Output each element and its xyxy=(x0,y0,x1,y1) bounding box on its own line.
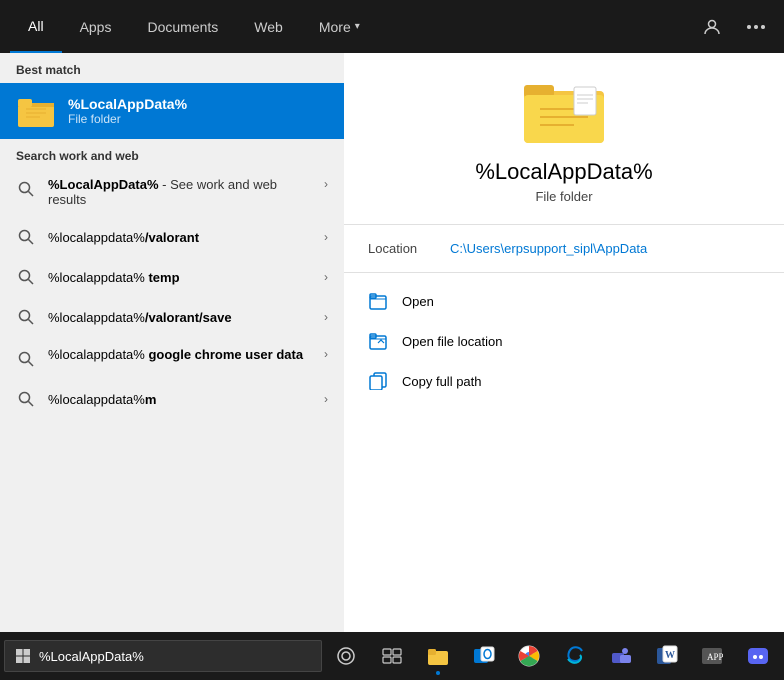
tab-more[interactable]: More ▾ xyxy=(301,0,378,53)
list-item[interactable]: %localappdata%/valorant › xyxy=(0,217,344,257)
taskbar-search[interactable] xyxy=(4,640,322,672)
search-item-text: %localappdata%/valorant/save xyxy=(48,310,312,325)
word-button[interactable]: W xyxy=(645,634,689,678)
tab-documents[interactable]: Documents xyxy=(129,0,236,53)
main-content: Best match %LocalAppData% File folder Se… xyxy=(0,53,784,632)
chrome-button[interactable] xyxy=(507,634,551,678)
search-section-label: Search work and web xyxy=(0,139,344,167)
outlook-button[interactable] xyxy=(462,634,506,678)
chevron-right-icon: › xyxy=(324,392,328,406)
location-path[interactable]: C:\Users\erpsupport_sipl\AppData xyxy=(450,241,647,256)
list-item[interactable]: %localappdata% google chrome user data › xyxy=(0,337,344,379)
divider2 xyxy=(344,272,784,273)
open-action[interactable]: Open xyxy=(344,281,784,321)
result-subtitle: File folder xyxy=(535,189,592,204)
taskbar-windows-icon xyxy=(15,648,31,664)
copy-path-label: Copy full path xyxy=(402,374,482,389)
more-options-button[interactable] xyxy=(738,9,774,45)
open-label: Open xyxy=(402,294,434,309)
best-match-label: Best match xyxy=(0,53,344,83)
search-item-text: %localappdata%/valorant xyxy=(48,230,312,245)
chevron-right-icon: › xyxy=(324,230,328,244)
chevron-down-icon: ▾ xyxy=(355,21,360,32)
best-match-text: %LocalAppData% File folder xyxy=(68,96,187,126)
svg-text:APP: APP xyxy=(707,652,723,662)
nav-icons xyxy=(694,9,774,45)
search-icon xyxy=(16,349,36,369)
teams-button[interactable] xyxy=(599,634,643,678)
list-item[interactable]: %localappdata% temp › xyxy=(0,257,344,297)
search-icon xyxy=(16,179,36,199)
list-item[interactable]: %localappdata%m › xyxy=(0,379,344,419)
search-icon xyxy=(16,389,36,409)
svg-text:W: W xyxy=(665,650,675,661)
list-item[interactable]: %localappdata%/valorant/save › xyxy=(0,297,344,337)
copy-path-action[interactable]: Copy full path xyxy=(344,361,784,401)
search-item-text: %LocalAppData% - See work and web result… xyxy=(48,177,312,207)
task-view-button[interactable] xyxy=(370,634,414,678)
discord-button[interactable] xyxy=(736,634,780,678)
result-title: %LocalAppData% xyxy=(475,159,652,185)
file-explorer-button[interactable] xyxy=(416,634,460,678)
search-item-text: %localappdata%m xyxy=(48,392,312,407)
tab-apps[interactable]: Apps xyxy=(62,0,130,53)
folder-icon-small xyxy=(16,91,56,131)
tab-all[interactable]: All xyxy=(10,0,62,53)
copy-path-icon xyxy=(368,371,388,391)
open-file-location-action[interactable]: Open file location xyxy=(344,321,784,361)
chevron-right-icon: › xyxy=(324,347,328,361)
open-file-location-label: Open file location xyxy=(402,334,502,349)
best-match-item[interactable]: %LocalAppData% File folder xyxy=(0,83,344,139)
open-icon xyxy=(368,291,388,311)
chevron-right-icon: › xyxy=(324,270,328,284)
search-item-text: %localappdata% google chrome user data xyxy=(48,347,312,362)
divider xyxy=(344,224,784,225)
search-item-text: %localappdata% temp xyxy=(48,270,312,285)
open-file-location-icon xyxy=(368,331,388,351)
search-icon xyxy=(16,307,36,327)
location-row: Location C:\Users\erpsupport_sipl\AppDat… xyxy=(344,241,784,272)
tab-web[interactable]: Web xyxy=(236,0,301,53)
left-panel: Best match %LocalAppData% File folder Se… xyxy=(0,53,344,632)
person-icon-button[interactable] xyxy=(694,9,730,45)
taskbar-search-input[interactable] xyxy=(39,649,311,664)
taskbar: W APP xyxy=(0,632,784,680)
search-icon xyxy=(16,227,36,247)
right-panel: %LocalAppData% File folder Location C:\U… xyxy=(344,53,784,632)
folder-icon-large xyxy=(524,73,604,143)
cortana-button[interactable] xyxy=(324,634,368,678)
location-label: Location xyxy=(368,241,438,256)
list-item[interactable]: %LocalAppData% - See work and web result… xyxy=(0,167,344,217)
chevron-right-icon: › xyxy=(324,177,328,191)
unknown-app-button[interactable]: APP xyxy=(691,634,735,678)
top-nav: All Apps Documents Web More ▾ xyxy=(0,0,784,53)
search-icon xyxy=(16,267,36,287)
chevron-right-icon: › xyxy=(324,310,328,324)
edge-button[interactable] xyxy=(553,634,597,678)
